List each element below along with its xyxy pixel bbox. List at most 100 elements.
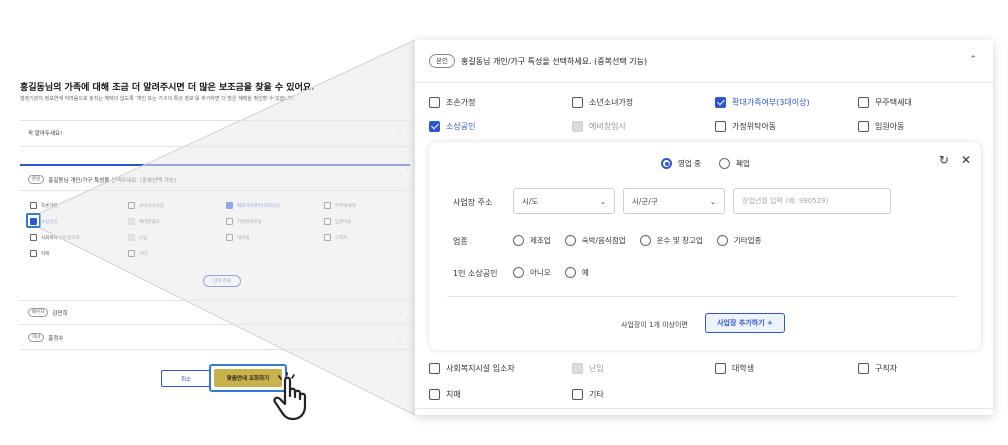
trait-extra-checkbox-6[interactable]: 기타 bbox=[572, 388, 715, 400]
checkbox-icon[interactable] bbox=[572, 362, 583, 374]
industry-radio-3[interactable]: 운수 및 창고업 bbox=[639, 235, 703, 246]
bg-trait-checkbox-11[interactable]: 대학생 bbox=[226, 234, 324, 241]
status-radio-1[interactable]: 영업 중 bbox=[661, 158, 701, 169]
checkbox-icon[interactable] bbox=[858, 120, 869, 132]
panel-header[interactable]: 본인 홍길동님 개인/가구 특성을 선택하세요. (중복선택 기능) bbox=[429, 54, 647, 68]
cancel-button[interactable]: 취소 bbox=[161, 370, 211, 387]
checkbox-icon[interactable] bbox=[226, 234, 233, 241]
bg-trait-checkbox-10: 난임 bbox=[128, 234, 226, 241]
checkbox-icon[interactable] bbox=[128, 250, 135, 257]
sigungu-value: 시/군/구 bbox=[632, 196, 658, 206]
bg-trait-checkbox-2[interactable]: 소년소녀가정 bbox=[128, 202, 226, 209]
checkbox-checked-icon[interactable] bbox=[715, 96, 726, 108]
checkbox-icon[interactable] bbox=[226, 218, 233, 225]
bg-trait-checkbox-9[interactable]: 사회복지시설 입소자 bbox=[30, 234, 128, 241]
radio-icon[interactable] bbox=[564, 235, 576, 246]
trait-checkbox-1[interactable]: 조손가정 bbox=[429, 96, 572, 108]
bg-trait-checkbox-14[interactable]: 기타 bbox=[128, 250, 226, 257]
personal-section-header[interactable]: 본인 홍길동님 개인/가구 특성을 선택하세요. (중복선택 가능) bbox=[28, 175, 176, 184]
bg-trait-checkbox-12[interactable]: 구직자 bbox=[324, 234, 422, 241]
trait-checkbox-8[interactable]: 임원아동 bbox=[858, 120, 993, 132]
industry-radio-2[interactable]: 숙박/음식점업 bbox=[564, 235, 626, 246]
checkbox-icon[interactable] bbox=[429, 388, 440, 400]
radio-icon[interactable] bbox=[513, 235, 524, 246]
checkbox-checked-icon[interactable] bbox=[226, 202, 233, 209]
trait-checkbox-grid-top: 조손가정 소년소녀가정 확대가족여부(3대이상) 무주택세대 소상공인 예비창업사 가정위탁… bbox=[429, 96, 993, 132]
family-row-child[interactable]: 자녀 홍정수 bbox=[28, 333, 63, 342]
bg-trait-checkbox-5[interactable]: 소상공인 bbox=[30, 218, 128, 225]
trait-extra-checkbox-4[interactable]: 구직자 bbox=[858, 362, 993, 374]
radio-selected-icon[interactable] bbox=[661, 158, 672, 169]
checkbox-icon[interactable] bbox=[324, 218, 331, 225]
checkbox-icon[interactable] bbox=[572, 96, 583, 108]
checkbox-label: 가정위탁아동 bbox=[732, 121, 777, 131]
checkbox-icon[interactable] bbox=[128, 202, 135, 209]
bg-trait-checkbox-8[interactable]: 임원아동 bbox=[324, 218, 422, 225]
page-description: 행정기관의 정보연계 어려움으로 놓치는 혜택이 없도록 '개인 또는 가구의 … bbox=[20, 96, 296, 102]
trait-extra-checkbox-5[interactable]: 치매 bbox=[429, 388, 572, 400]
checkbox-icon[interactable] bbox=[324, 202, 331, 209]
checkbox-checked-icon[interactable] bbox=[429, 120, 440, 132]
checkbox-icon[interactable] bbox=[429, 362, 440, 374]
checkbox-icon[interactable] bbox=[858, 96, 869, 108]
trait-extra-checkbox-2: 난임 bbox=[572, 362, 715, 374]
trait-checkbox-grid: 조손가정 소년소녀가정 확대가족여부(3대이상) 무주택세대 소상공인 예비창업자 가정위탁… bbox=[30, 202, 400, 257]
trait-checkbox-2[interactable]: 소년소녀가정 bbox=[572, 96, 715, 108]
bg-trait-checkbox-4[interactable]: 무주택세대 bbox=[324, 202, 422, 209]
add-business-button[interactable]: 사업장 추가하기 + bbox=[705, 313, 785, 333]
checkbox-icon[interactable] bbox=[128, 234, 135, 241]
radio-icon[interactable] bbox=[719, 158, 731, 169]
confirm-selection-button[interactable]: 선택 완료 bbox=[203, 275, 241, 287]
industry-radio-1[interactable]: 제조업 bbox=[513, 235, 551, 246]
panel-title: 홍길동님 개인/가구 특성을 선택하세요. (중복선택 기능) bbox=[460, 56, 648, 66]
solo-radio-2[interactable]: 예 bbox=[564, 267, 589, 278]
divider bbox=[447, 296, 957, 297]
person-name: 홍정수 bbox=[48, 335, 64, 342]
trait-extra-checkbox-1[interactable]: 사회복지시설 입소자 bbox=[429, 362, 572, 374]
family-row-spouse[interactable]: 배우자 김민희 bbox=[28, 308, 68, 317]
trait-checkbox-5[interactable]: 소상공인 bbox=[429, 120, 572, 132]
radio-icon[interactable] bbox=[564, 267, 576, 278]
radio-icon[interactable] bbox=[513, 267, 524, 278]
checkbox-label: 예비창업자 bbox=[139, 219, 160, 225]
checkbox-icon[interactable] bbox=[715, 120, 726, 132]
refresh-icon[interactable]: ↻ bbox=[939, 153, 949, 167]
person-tag: 본인 bbox=[429, 54, 455, 68]
sigungu-select[interactable]: 시/군/구 ⌄ bbox=[623, 188, 725, 214]
close-icon[interactable]: ✕ bbox=[961, 153, 971, 167]
bg-trait-checkbox-7[interactable]: 가정위탁아동 bbox=[226, 218, 324, 225]
bg-trait-checkbox-1[interactable]: 조손가정 bbox=[30, 202, 128, 209]
industry-radio-4[interactable]: 기타업종 bbox=[716, 235, 762, 246]
trait-checkbox-grid-bottom: 사회복지시설 입소자 난임 대학생 구직자치매 기타 bbox=[429, 362, 993, 400]
checkbox-icon[interactable] bbox=[30, 250, 37, 257]
checkbox-icon[interactable] bbox=[30, 202, 37, 209]
checkbox-icon[interactable] bbox=[30, 234, 37, 241]
radio-label: 기타업종 bbox=[733, 236, 762, 245]
checkbox-icon[interactable] bbox=[715, 362, 726, 374]
founding-date-input[interactable]: 창업년월 입력 (예: 990529) bbox=[733, 188, 891, 214]
bg-trait-checkbox-13[interactable]: 치매 bbox=[30, 250, 128, 257]
trait-extra-checkbox-3[interactable]: 대학생 bbox=[715, 362, 858, 374]
checkbox-label: 소상공인 bbox=[41, 219, 58, 225]
solo-radio-1[interactable]: 아니오 bbox=[513, 267, 551, 278]
trait-checkbox-7[interactable]: 가정위탁아동 bbox=[715, 120, 858, 132]
status-radio-2[interactable]: 폐업 bbox=[719, 158, 750, 169]
trait-checkbox-3[interactable]: 확대가족여부(3대이상) bbox=[715, 96, 858, 108]
radio-icon[interactable] bbox=[716, 235, 728, 246]
checkbox-label: 소상공인 bbox=[446, 121, 476, 131]
trait-checkbox-4[interactable]: 무주택세대 bbox=[858, 96, 993, 108]
page-title: 홍길동님의 가족에 대해 조금 더 알려주시면 더 많은 보조금을 찾을 수 있… bbox=[20, 83, 315, 93]
checkbox-icon[interactable] bbox=[572, 120, 583, 132]
checkbox-icon[interactable] bbox=[324, 234, 331, 241]
checkbox-icon[interactable] bbox=[128, 218, 135, 225]
radio-icon[interactable] bbox=[639, 235, 651, 246]
radio-label: 영업 중 bbox=[678, 159, 702, 168]
zoomed-trait-panel: 본인 홍길동님 개인/가구 특성을 선택하세요. (중복선택 기능) ⌃ 조손가… bbox=[415, 40, 993, 415]
checkbox-icon[interactable] bbox=[429, 96, 440, 108]
chevron-up-icon[interactable]: ⌃ bbox=[969, 55, 977, 65]
notice-accordion[interactable]: 꼭 알아두세요! bbox=[28, 129, 62, 137]
sido-select[interactable]: 시/도 ⌄ bbox=[513, 188, 615, 214]
bg-trait-checkbox-3[interactable]: 확대가족여부(3대이상) bbox=[226, 202, 324, 209]
checkbox-icon[interactable] bbox=[858, 362, 869, 374]
checkbox-icon[interactable] bbox=[572, 388, 583, 400]
